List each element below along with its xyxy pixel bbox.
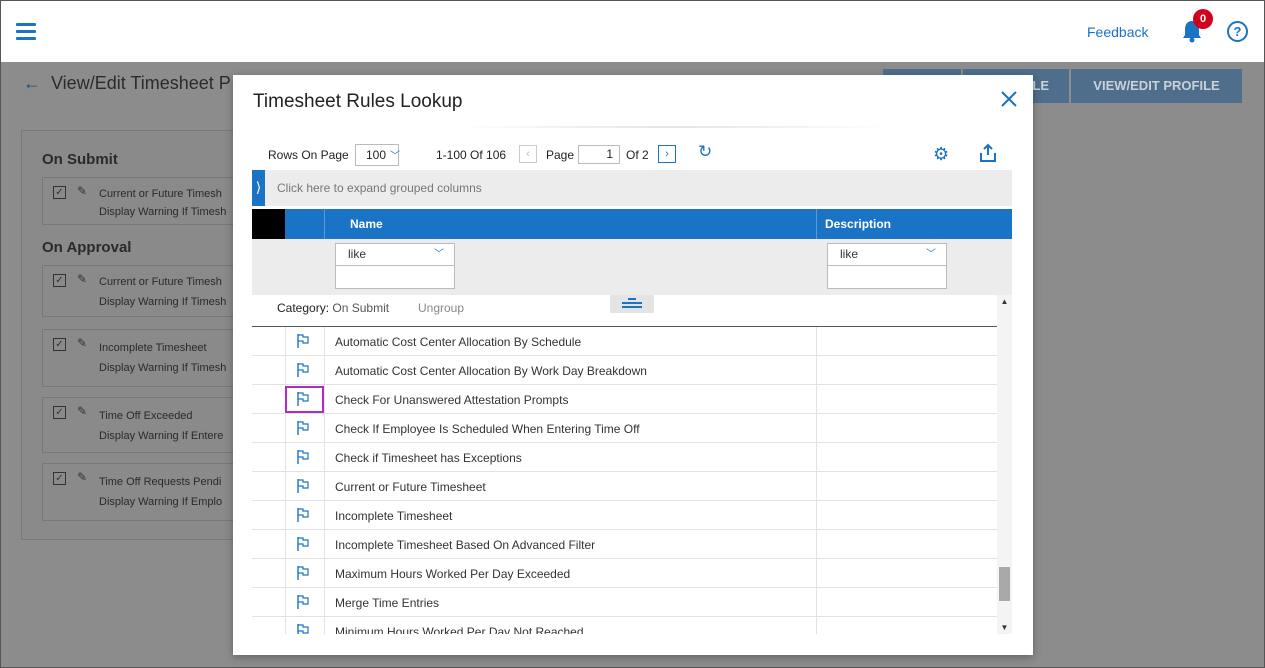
rows-on-page-label: Rows On Page: [268, 148, 349, 162]
notification-badge: 0: [1193, 9, 1213, 29]
flag-icon[interactable]: [295, 333, 311, 349]
feedback-link[interactable]: Feedback: [1087, 24, 1148, 40]
rule-name: Check if Timesheet has Exceptions: [335, 451, 522, 465]
flag-icon[interactable]: [295, 536, 311, 552]
chevron-down-icon: ﹀: [434, 249, 444, 260]
section-on-approval: On Approval: [42, 239, 132, 256]
chevron-down-icon: ﹀: [390, 151, 401, 162]
filter-row: like ﹀ like ﹀: [252, 239, 1012, 295]
page-label: Page: [546, 148, 575, 162]
column-header-description[interactable]: Description: [825, 217, 891, 231]
flag-icon[interactable]: [295, 507, 311, 523]
table-row[interactable]: Automatic Cost Center Allocation By Sche…: [252, 327, 997, 356]
name-filter-operator[interactable]: like ﹀: [335, 243, 455, 266]
checkbox-icon: ✓: [53, 274, 66, 287]
page-number-input[interactable]: 1: [578, 145, 620, 164]
flag-icon[interactable]: [295, 594, 311, 610]
export-icon[interactable]: [978, 143, 998, 163]
table-row[interactable]: Current or Future Timesheet: [252, 472, 997, 501]
table-row[interactable]: Check If Employee Is Scheduled When Ente…: [252, 414, 997, 443]
name-filter-input[interactable]: [335, 266, 455, 289]
table-row[interactable]: Incomplete Timesheet Based On Advanced F…: [252, 530, 997, 559]
title-divider: [453, 126, 893, 128]
column-header-name[interactable]: Name: [350, 217, 383, 231]
rule-name: Check For Unanswered Attestation Prompts: [335, 393, 569, 407]
rule-name: Incomplete Timesheet Based On Advanced F…: [335, 538, 596, 552]
page-title: ← View/Edit Timesheet P: [23, 73, 231, 93]
vertical-scrollbar[interactable]: ▲ ▼: [997, 295, 1012, 634]
table-row[interactable]: Incomplete Timesheet: [252, 501, 997, 530]
rows-on-page-select[interactable]: 100 ﹀: [355, 144, 401, 166]
table-row[interactable]: Check For Unanswered Attestation Prompts: [252, 385, 997, 414]
section-on-submit: On Submit: [42, 151, 118, 168]
rule-name: Merge Time Entries: [335, 596, 440, 610]
ungroup-link[interactable]: Ungroup: [418, 301, 464, 315]
header-corner: [252, 209, 285, 239]
description-filter: like ﹀: [827, 243, 947, 289]
selection-highlight: [285, 386, 324, 413]
grid-header: Name Description: [252, 209, 1012, 239]
description-filter-input[interactable]: [827, 266, 947, 289]
dialog-title: Timesheet Rules Lookup: [253, 91, 463, 112]
name-filter: like ﹀: [335, 243, 455, 289]
pencil-icon: ✎: [77, 470, 88, 484]
previous-page-button[interactable]: ‹: [519, 145, 537, 163]
rule-name: Minimum Hours Worked Per Day Not Reached: [335, 625, 584, 634]
scroll-up-icon[interactable]: ▲: [997, 297, 1012, 306]
flag-icon[interactable]: [295, 623, 311, 634]
page-total: Of 2: [626, 148, 649, 162]
flag-icon[interactable]: [295, 565, 311, 581]
pencil-icon: ✎: [77, 272, 88, 286]
table-row[interactable]: Maximum Hours Worked Per Day Exceeded: [252, 559, 997, 588]
view-edit-profile-button: VIEW/EDIT PROFILE: [1071, 69, 1242, 103]
checkbox-icon: ✓: [53, 406, 66, 419]
rule-name: Current or Future Timesheet: [335, 480, 486, 494]
close-icon[interactable]: [1000, 90, 1018, 108]
settings-gear-icon[interactable]: ⚙: [933, 144, 949, 165]
description-filter-operator[interactable]: like ﹀: [827, 243, 947, 266]
pencil-icon: ✎: [77, 404, 88, 418]
category-group-row: Category: On Submit Ungroup: [252, 295, 997, 327]
refresh-icon[interactable]: ↻: [698, 142, 712, 162]
table-row[interactable]: Merge Time Entries: [252, 588, 997, 617]
table-row[interactable]: Minimum Hours Worked Per Day Not Reached: [252, 617, 997, 634]
rule-name: Automatic Cost Center Allocation By Work…: [335, 364, 647, 378]
rule-list: Automatic Cost Center Allocation By Sche…: [252, 327, 997, 634]
collapse-group-icon[interactable]: [610, 295, 654, 313]
category-label: Category: On Submit: [277, 301, 390, 315]
top-bar: Feedback 0 ?: [0, 0, 1265, 62]
checkbox-icon: ✓: [53, 186, 66, 199]
menu-icon[interactable]: [16, 23, 36, 41]
rule-name: Maximum Hours Worked Per Day Exceeded: [335, 567, 571, 581]
checkbox-icon: ✓: [53, 338, 66, 351]
expand-groups-icon[interactable]: ⟩: [252, 170, 265, 206]
timesheet-rules-lookup-dialog: Timesheet Rules Lookup Rows On Page 100 ﹀…: [233, 75, 1033, 655]
help-icon[interactable]: ?: [1227, 21, 1248, 42]
group-by-bar[interactable]: ⟩ Click here to expand grouped columns: [252, 170, 1012, 206]
flag-icon[interactable]: [295, 478, 311, 494]
table-row[interactable]: Automatic Cost Center Allocation By Work…: [252, 356, 997, 385]
chevron-down-icon: ﹀: [926, 249, 936, 260]
pencil-icon: ✎: [77, 336, 88, 350]
scroll-thumb[interactable]: [999, 567, 1010, 601]
next-page-button[interactable]: ›: [658, 145, 676, 163]
flag-icon[interactable]: [295, 449, 311, 465]
record-range: 1-100 Of 106: [436, 148, 507, 162]
rule-name: Automatic Cost Center Allocation By Sche…: [335, 335, 582, 349]
checkbox-icon: ✓: [53, 472, 66, 485]
group-by-hint: Click here to expand grouped columns: [277, 181, 482, 195]
pencil-icon: ✎: [77, 184, 88, 198]
back-arrow-icon[interactable]: ←: [23, 73, 41, 93]
rule-name: Check If Employee Is Scheduled When Ente…: [335, 422, 640, 436]
flag-icon[interactable]: [295, 362, 311, 378]
table-row[interactable]: Check if Timesheet has Exceptions: [252, 443, 997, 472]
rule-name: Incomplete Timesheet: [335, 509, 453, 523]
flag-icon[interactable]: [295, 420, 311, 436]
scroll-down-icon[interactable]: ▼: [997, 623, 1012, 632]
